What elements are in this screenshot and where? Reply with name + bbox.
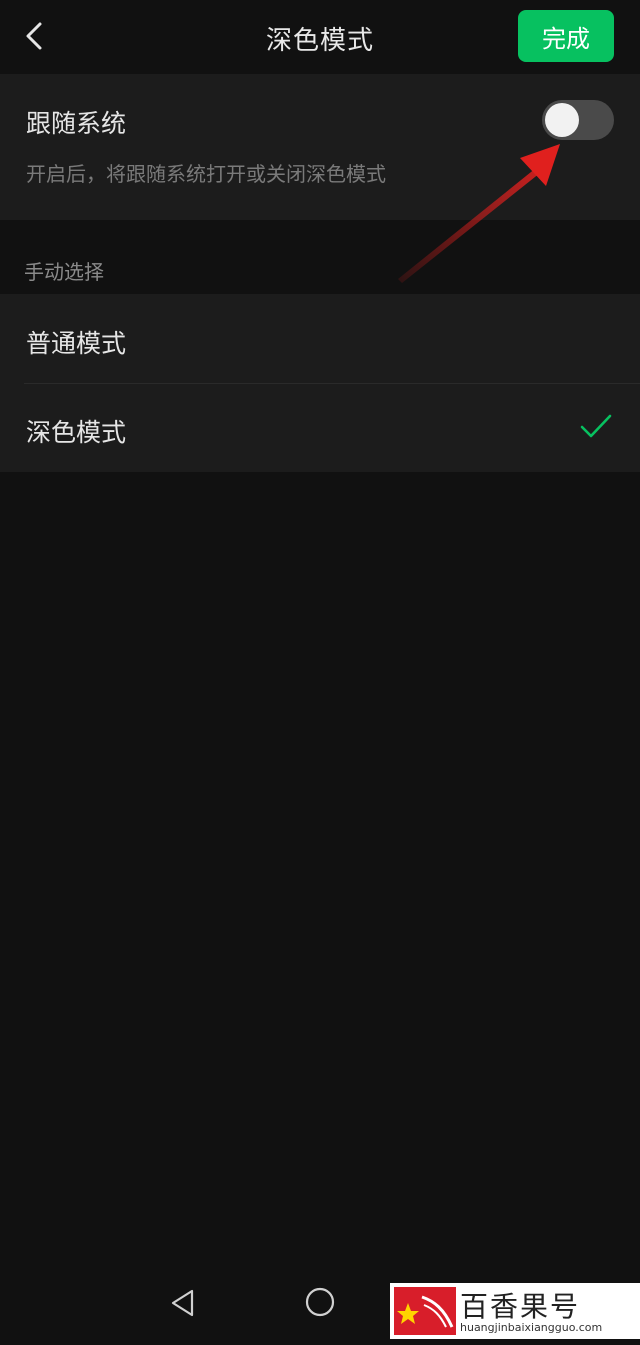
watermark-logo-icon: [394, 1287, 456, 1335]
option-label: 深色模式: [26, 418, 127, 447]
option-dark-mode[interactable]: 深色模式: [0, 383, 640, 472]
option-normal-mode[interactable]: 普通模式: [0, 294, 640, 383]
follow-system-toggle[interactable]: [542, 100, 614, 140]
toggle-knob: [545, 103, 579, 137]
watermark-title: 百香果号: [460, 1290, 581, 1323]
follow-system-label: 跟随系统: [26, 109, 127, 138]
watermark-url: huangjinbaixiangguo.com: [460, 1321, 603, 1334]
done-button[interactable]: 完成: [518, 10, 614, 62]
mode-options-list: 普通模式 深色模式: [0, 294, 640, 472]
option-label: 普通模式: [26, 329, 127, 358]
check-icon: [580, 414, 612, 438]
follow-system-card: 跟随系统 开启后，将跟随系统打开或关闭深色模式: [0, 74, 640, 220]
follow-system-description: 开启后，将跟随系统打开或关闭深色模式: [26, 162, 386, 186]
triangle-back-icon[interactable]: [168, 1287, 200, 1319]
top-bar: 深色模式 完成: [0, 0, 640, 74]
circle-home-icon[interactable]: [304, 1286, 336, 1318]
dark-mode-settings-screen: 深色模式 完成 跟随系统 开启后，将跟随系统打开或关闭深色模式 手动选择 普通模…: [0, 0, 640, 1345]
manual-select-header: 手动选择: [24, 260, 104, 284]
watermark: 百香果号 huangjinbaixiangguo.com: [390, 1283, 640, 1339]
